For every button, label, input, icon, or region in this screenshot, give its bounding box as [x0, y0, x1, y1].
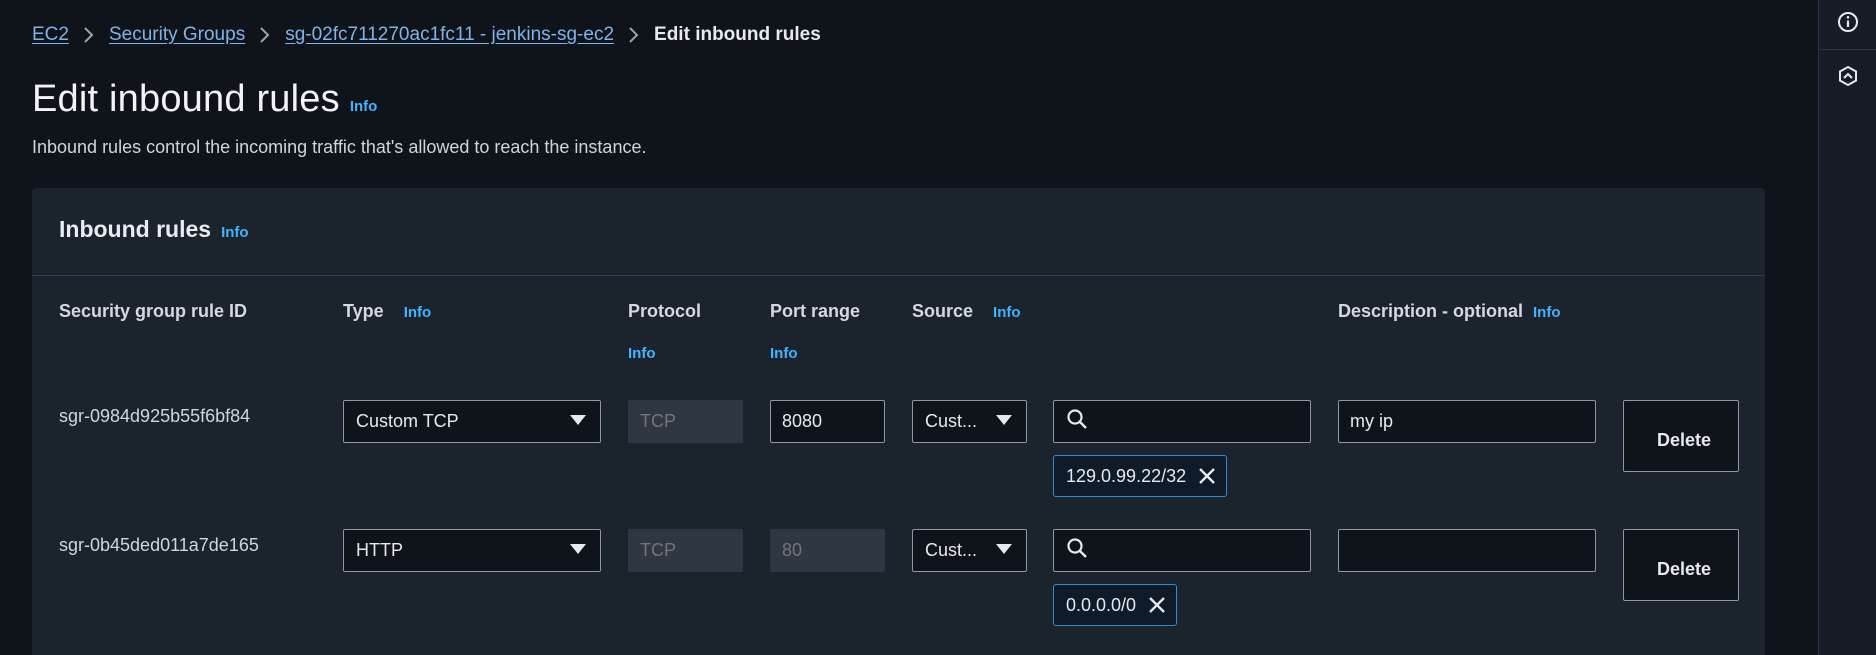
- rule-id: sgr-0984d925b55f6bf84: [59, 406, 251, 426]
- description-info-link[interactable]: Info: [1533, 304, 1561, 321]
- panel-header: Inbound rules Info: [32, 188, 1765, 276]
- close-icon[interactable]: [1196, 465, 1218, 487]
- page: EC2 Security Groups sg-02fc711270ac1fc11…: [0, 0, 1876, 655]
- panel-title: Inbound rules: [59, 216, 212, 242]
- delete-rule-button[interactable]: Delete: [1623, 400, 1739, 472]
- type-info-link[interactable]: Info: [404, 304, 432, 321]
- source-info-link[interactable]: Info: [993, 304, 1021, 321]
- column-header-type-label: Type: [343, 301, 384, 321]
- source-type-select-value: Cust...: [925, 540, 978, 560]
- type-select-value: HTTP: [356, 540, 403, 560]
- description-input[interactable]: [1338, 529, 1596, 572]
- chevron-right-icon: [83, 26, 95, 44]
- info-circle-icon[interactable]: [1833, 7, 1863, 37]
- page-description: Inbound rules control the incoming traff…: [32, 137, 647, 157]
- column-header-description: Description - optional Info: [1338, 301, 1561, 322]
- description-input[interactable]: [1338, 400, 1596, 443]
- caret-down-icon: [996, 544, 1012, 554]
- source-search-box[interactable]: [1053, 400, 1311, 443]
- column-header-source: Source Info: [912, 301, 1021, 322]
- column-header-type: Type Info: [343, 301, 431, 322]
- breadcrumb-ec2-link[interactable]: EC2: [32, 24, 69, 46]
- port-range-info-link[interactable]: Info: [770, 345, 798, 362]
- search-icon: [1066, 537, 1088, 564]
- breadcrumb-security-groups-link[interactable]: Security Groups: [109, 24, 245, 46]
- page-header: Edit inbound rules Info: [32, 78, 377, 121]
- breadcrumb: EC2 Security Groups sg-02fc711270ac1fc11…: [32, 24, 821, 46]
- column-header-port-range: Port range: [770, 301, 860, 322]
- feedback-hexagon-icon[interactable]: [1833, 61, 1863, 91]
- source-cidr-token-label: 129.0.99.22/32: [1066, 465, 1187, 486]
- page-title-info-link[interactable]: Info: [350, 98, 378, 115]
- caret-down-icon: [570, 544, 586, 554]
- caret-down-icon: [570, 415, 586, 425]
- source-cidr-token: 0.0.0.0/0: [1053, 584, 1178, 626]
- source-type-select[interactable]: Cust...: [912, 529, 1027, 572]
- panel-title-info-link[interactable]: Info: [221, 224, 249, 241]
- source-search-input[interactable]: [1096, 539, 1280, 562]
- right-tool-rail: [1818, 0, 1876, 655]
- breadcrumb-current: Edit inbound rules: [654, 24, 821, 45]
- source-search-box[interactable]: [1053, 529, 1311, 572]
- column-header-protocol-label: Protocol: [628, 301, 702, 321]
- caret-down-icon: [996, 415, 1012, 425]
- panel-title-row: Inbound rules Info: [59, 216, 249, 243]
- column-header-rule-id: Security group rule ID: [59, 301, 247, 322]
- port-range-input[interactable]: [770, 400, 885, 443]
- delete-rule-button[interactable]: Delete: [1623, 529, 1739, 601]
- search-icon: [1066, 408, 1088, 435]
- type-select[interactable]: HTTP: [343, 529, 601, 572]
- protocol-field: [628, 529, 743, 572]
- breadcrumb-security-group-link[interactable]: sg-02fc711270ac1fc11 - jenkins-sg-ec2: [285, 24, 614, 46]
- main-content: EC2 Security Groups sg-02fc711270ac1fc11…: [0, 0, 1818, 655]
- rule-id: sgr-0b45ded011a7de165: [59, 535, 259, 555]
- source-cidr-token: 129.0.99.22/32: [1053, 455, 1228, 497]
- type-select-value: Custom TCP: [356, 411, 459, 431]
- close-icon[interactable]: [1146, 594, 1168, 616]
- chevron-right-icon: [628, 26, 640, 44]
- source-type-select[interactable]: Cust...: [912, 400, 1027, 443]
- column-header-protocol: Protocol: [628, 301, 701, 322]
- chevron-right-icon: [259, 26, 271, 44]
- inbound-rules-panel: Inbound rules Info Security group rule I…: [32, 188, 1765, 655]
- page-title: Edit inbound rules: [32, 78, 340, 120]
- type-select[interactable]: Custom TCP: [343, 400, 601, 443]
- protocol-info-link[interactable]: Info: [628, 345, 656, 362]
- protocol-field: [628, 400, 743, 443]
- column-header-description-label: Description - optional: [1338, 301, 1524, 321]
- column-header-rule-id-label: Security group rule ID: [59, 301, 248, 321]
- column-header-source-label: Source: [912, 301, 974, 321]
- rail-divider: [1819, 49, 1876, 50]
- column-header-port-range-label: Port range: [770, 301, 861, 321]
- source-cidr-token-label: 0.0.0.0/0: [1066, 594, 1137, 615]
- source-type-select-value: Cust...: [925, 411, 978, 431]
- port-range-field: [770, 529, 885, 572]
- source-search-input[interactable]: [1096, 410, 1280, 433]
